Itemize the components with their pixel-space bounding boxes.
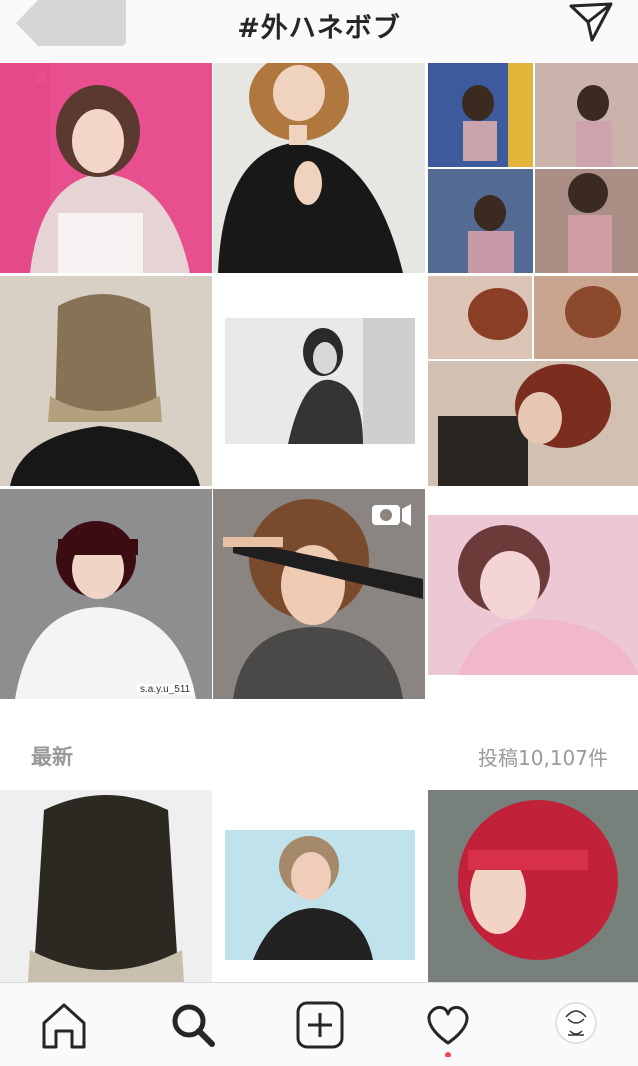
tab-search[interactable] — [162, 997, 222, 1053]
post-thumbnail[interactable] — [0, 790, 212, 982]
heart-icon — [427, 1005, 469, 1058]
tab-profile[interactable] — [546, 997, 606, 1053]
post-image — [428, 489, 638, 699]
page-title: #外ハネボブ — [237, 13, 401, 44]
recent-section-header: 最新 投稿10,107件 — [0, 701, 638, 790]
top-bar: #外ハネボブ — [0, 0, 638, 62]
post-thumbnail[interactable] — [213, 63, 425, 273]
post-image — [213, 63, 425, 273]
repost-credit: s.a.y.u_511 — [137, 684, 194, 695]
post-thumbnail[interactable] — [0, 276, 212, 486]
home-icon — [42, 1003, 86, 1049]
tab-home[interactable] — [34, 997, 94, 1053]
bottom-tab-bar — [0, 982, 638, 1066]
tab-new-post[interactable] — [290, 997, 350, 1053]
direct-message-button[interactable] — [566, 0, 616, 44]
post-image — [428, 790, 638, 982]
post-thumbnail[interactable] — [213, 790, 425, 982]
add-icon — [296, 1001, 344, 1049]
post-image — [0, 276, 212, 486]
notification-dot — [445, 1052, 451, 1058]
video-icon — [372, 504, 411, 526]
post-image — [0, 489, 212, 699]
tab-activity[interactable] — [418, 997, 478, 1058]
top-posts-grid: s.a.y.u_511 — [0, 63, 638, 701]
post-image — [0, 790, 212, 982]
post-image — [0, 63, 212, 273]
post-thumbnail[interactable] — [428, 276, 638, 486]
post-thumbnail[interactable] — [213, 489, 425, 699]
search-icon — [172, 1004, 215, 1047]
post-count-label: 投稿10,107件 — [478, 746, 608, 770]
post-thumbnail[interactable] — [428, 790, 638, 982]
paper-plane-icon — [569, 2, 613, 42]
post-thumbnail[interactable] — [428, 63, 638, 273]
profile-avatar — [555, 1002, 597, 1044]
post-image — [428, 63, 638, 273]
post-thumbnail[interactable]: s.a.y.u_511 — [0, 489, 212, 699]
recent-posts-grid — [0, 790, 638, 982]
video-badge — [371, 501, 413, 529]
post-image — [428, 276, 638, 486]
post-thumbnail[interactable] — [0, 63, 212, 273]
recent-section-title: 最新 — [31, 745, 73, 769]
post-image — [213, 790, 425, 982]
post-thumbnail[interactable] — [213, 276, 425, 486]
post-thumbnail[interactable] — [428, 489, 638, 699]
post-image — [213, 276, 425, 486]
